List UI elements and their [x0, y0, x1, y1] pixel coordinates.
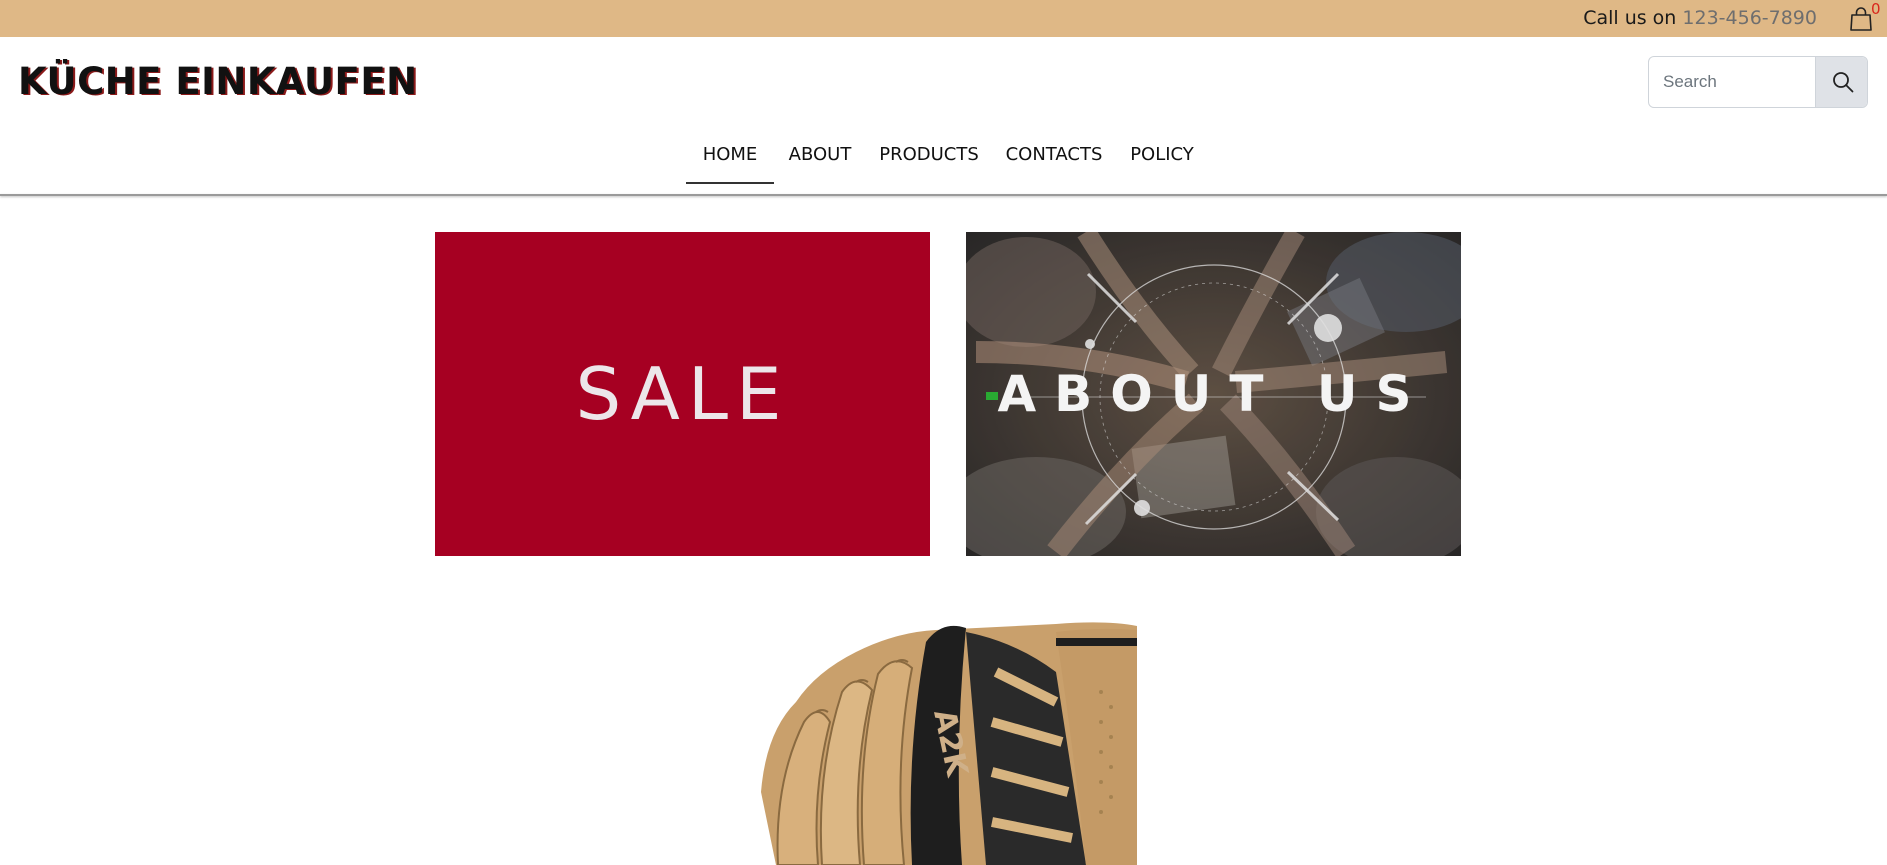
sale-banner[interactable]: SALE: [435, 232, 930, 556]
baseball-glove-picture: A2K: [756, 612, 1137, 865]
search-button[interactable]: [1815, 57, 1867, 107]
nav-policy[interactable]: POLICY: [1128, 144, 1196, 182]
call-label: Call us on: [1583, 7, 1677, 29]
nav-about[interactable]: ABOUT: [786, 144, 854, 182]
cart-count-badge: 0: [1871, 0, 1881, 18]
search-box: [1648, 56, 1868, 108]
phone-link[interactable]: 123-456-7890: [1682, 7, 1817, 29]
about-us-banner-text: ABOUT US: [997, 365, 1430, 423]
nav-home[interactable]: HOME: [686, 144, 774, 184]
baseball-glove-image[interactable]: A2K: [756, 612, 1137, 865]
nav-products[interactable]: PRODUCTS: [879, 144, 979, 182]
search-input[interactable]: [1649, 57, 1814, 107]
nav-divider: [0, 194, 1887, 196]
nav-contacts[interactable]: CONTACTS: [1004, 144, 1104, 182]
call-us: Call us on 123-456-7890: [1583, 0, 1817, 37]
about-us-banner[interactable]: ABOUT US: [966, 232, 1461, 556]
sale-banner-text: SALE: [575, 352, 790, 436]
search-icon: [1832, 72, 1853, 93]
main-nav: HOME ABOUT PRODUCTS CONTACTS POLICY: [0, 140, 1887, 184]
site-logo[interactable]: KÜCHE EINKAUFEN: [18, 60, 418, 103]
